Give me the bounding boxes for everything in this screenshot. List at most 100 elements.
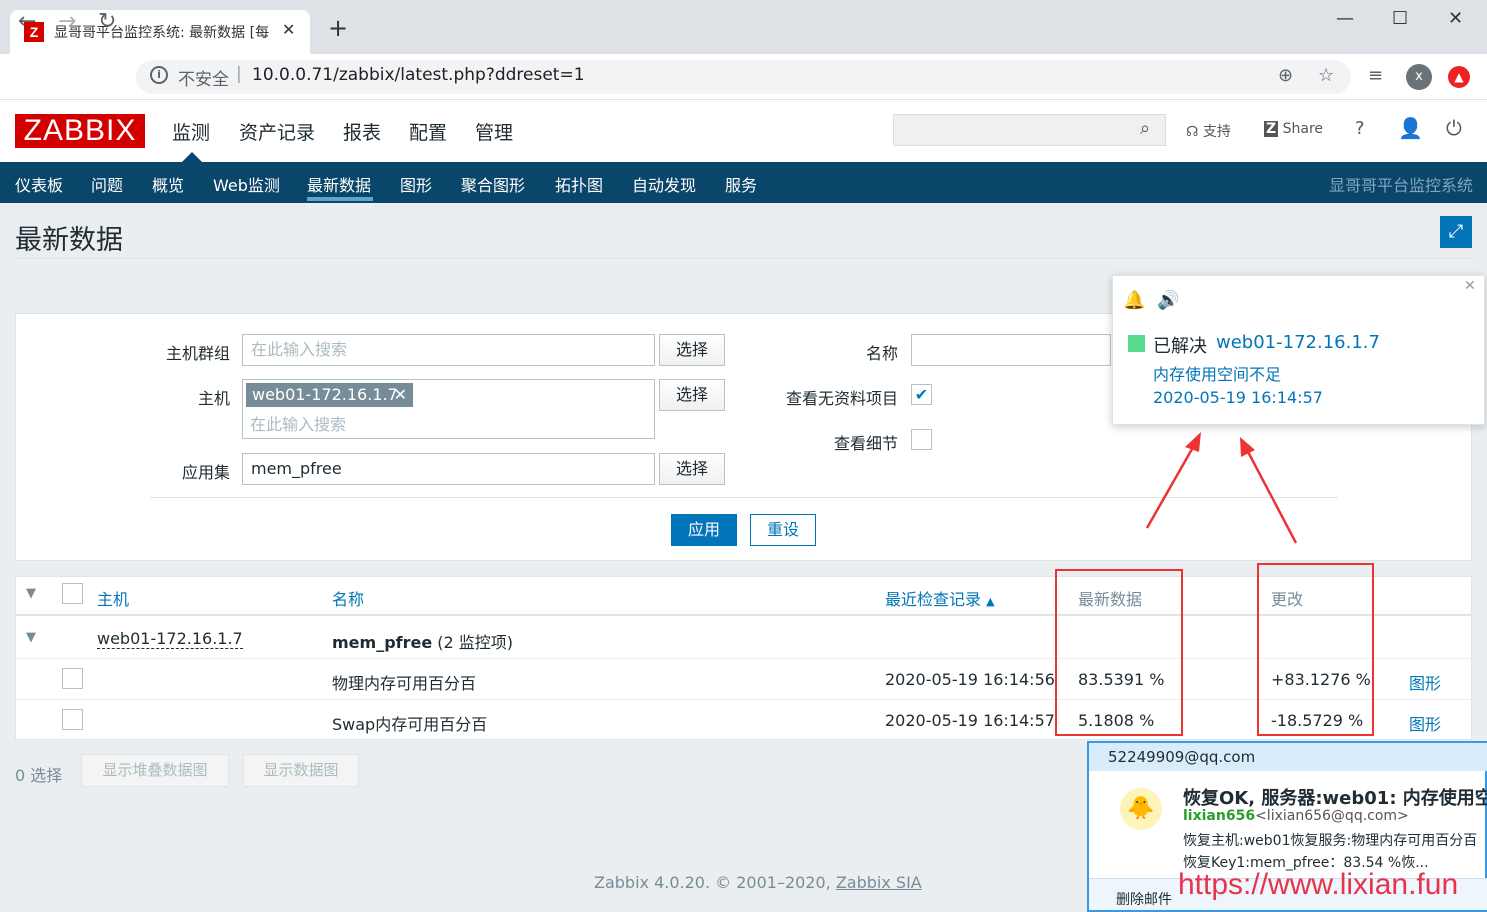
minimize-icon[interactable]: — xyxy=(1336,8,1354,29)
show-details-label: 查看细节 xyxy=(833,434,898,453)
extension-icon[interactable]: ▲ xyxy=(1448,66,1470,88)
row-checkbox[interactable] xyxy=(62,668,83,689)
subnav-active-indicator xyxy=(307,197,373,201)
host-group-select-button[interactable]: 选择 xyxy=(659,334,725,366)
footer-link[interactable]: Zabbix SIA xyxy=(836,873,922,892)
share-label: Share xyxy=(1282,121,1324,137)
collapse-group-icon[interactable]: ▼ xyxy=(26,630,36,645)
menu-configuration[interactable]: 配置 xyxy=(409,118,447,145)
share-link[interactable]: Z Share xyxy=(1264,121,1323,137)
subnav-overview[interactable]: 概览 xyxy=(152,172,184,196)
reload-icon[interactable]: ↻ xyxy=(98,10,116,34)
url-text[interactable]: 10.0.0.71/zabbix/latest.php?ddreset=1 xyxy=(252,65,585,85)
show-no-data-label: 查看无资料项目 xyxy=(785,389,898,408)
watermark: https://www.lixian.fun xyxy=(1178,868,1459,901)
search-icon[interactable]: ⌕ xyxy=(1140,118,1150,139)
header-last-check[interactable]: 最近检查记录 ▲ xyxy=(885,586,995,610)
row-checkbox[interactable] xyxy=(62,709,83,730)
subnav-maps[interactable]: 拓扑图 xyxy=(555,172,603,196)
apply-button[interactable]: 应用 xyxy=(671,514,737,546)
bookmark-star-icon[interactable]: ☆ xyxy=(1318,65,1334,86)
popup-close-icon[interactable]: ✕ xyxy=(1464,278,1476,294)
menu-inventory[interactable]: 资产记录 xyxy=(239,118,315,145)
host-group-label: 主机群组 xyxy=(165,344,230,363)
select-all-checkbox[interactable] xyxy=(62,583,83,604)
collapse-all-icon[interactable]: ▼ xyxy=(26,586,36,601)
menu-reports[interactable]: 报表 xyxy=(343,118,381,145)
mail-sender-address: <lixian656@qq.com> xyxy=(1255,808,1409,824)
zabbix-share-icon: Z xyxy=(1264,121,1279,137)
new-tab-icon[interactable]: + xyxy=(328,16,348,40)
stacked-graph-button[interactable]: 显示堆叠数据图 xyxy=(81,754,229,787)
group-application: mem_pfree (2 监控项) xyxy=(332,629,513,653)
subnav-problems[interactable]: 问题 xyxy=(91,172,123,196)
notification-problem-link[interactable]: 内存使用空间不足 xyxy=(1153,361,1281,385)
application-input[interactable]: mem_pfree xyxy=(242,453,655,485)
notification-status: 已解决 xyxy=(1153,336,1207,357)
host-search-placeholder[interactable]: 在此输入搜索 xyxy=(250,411,346,435)
item-graph-link[interactable]: 图形 xyxy=(1409,670,1441,694)
sort-asc-icon: ▲ xyxy=(986,595,995,608)
header-name[interactable]: 名称 xyxy=(332,586,364,610)
zoom-icon[interactable]: ⊕ xyxy=(1278,65,1293,86)
host-tag-label: web01-172.16.1.7 xyxy=(252,385,398,404)
host-label: 主机 xyxy=(197,389,230,408)
group-host-link[interactable]: web01-172.16.1.7 xyxy=(97,629,243,649)
subnav-latest-data[interactable]: 最新数据 xyxy=(307,172,371,196)
row-divider xyxy=(16,699,1471,700)
info-icon[interactable]: i xyxy=(150,66,168,84)
speaker-icon[interactable]: 🔊 xyxy=(1157,290,1179,311)
row-divider xyxy=(16,658,1471,659)
tab-close-icon[interactable]: ✕ xyxy=(282,20,295,39)
mail-subject[interactable]: 恢复OK, 服务器:web01: 内存使用空... xyxy=(1183,784,1487,810)
item-name: Swap内存可用百分百 xyxy=(332,715,488,734)
browser-tab[interactable]: Z 显哥哥平台监控系统: 最新数据 [每 ✕ xyxy=(10,10,310,54)
back-icon[interactable]: ← xyxy=(18,10,36,34)
host-group-input[interactable]: 在此输入搜索 xyxy=(242,334,655,366)
show-details-checkbox[interactable] xyxy=(911,429,932,450)
subnav-screens[interactable]: 聚合图形 xyxy=(461,172,525,196)
global-search-input[interactable] xyxy=(893,114,1166,146)
maximize-icon[interactable]: ☐ xyxy=(1392,8,1408,29)
subnav-discovery[interactable]: 自动发现 xyxy=(632,172,696,196)
menu-administration[interactable]: 管理 xyxy=(475,118,513,145)
window-close-icon[interactable]: ✕ xyxy=(1448,8,1463,29)
subnav-web[interactable]: Web监测 xyxy=(213,172,280,196)
mail-sender: lixian656<lixian656@qq.com> xyxy=(1183,808,1409,824)
application-label: 应用集 xyxy=(181,463,230,482)
delete-mail-button[interactable]: 删除邮件 xyxy=(1116,889,1172,909)
active-menu-indicator xyxy=(182,152,202,162)
header-host[interactable]: 主机 xyxy=(97,586,129,610)
sign-out-icon[interactable]: ⏻ xyxy=(1446,116,1462,140)
forward-icon[interactable]: → xyxy=(58,10,76,34)
page-title: 最新数据 xyxy=(15,225,123,256)
profile-avatar[interactable]: x xyxy=(1406,64,1432,90)
application-select-button[interactable]: 选择 xyxy=(659,453,725,485)
footer: Zabbix 4.0.20. © 2001–2020, Zabbix SIA xyxy=(594,873,922,892)
media-playlist-icon[interactable]: ≡ xyxy=(1368,65,1383,86)
subnav-graphs[interactable]: 图形 xyxy=(400,172,432,196)
tab-title: 显哥哥平台监控系统: 最新数据 [每 xyxy=(54,25,270,41)
bell-icon[interactable]: 🔔 xyxy=(1123,290,1145,311)
item-graph-link[interactable]: 图形 xyxy=(1409,711,1441,735)
separator: | xyxy=(236,64,242,84)
notification-host-link[interactable]: web01-172.16.1.7 xyxy=(1216,332,1380,353)
mail-avatar-icon: 🐥 xyxy=(1120,788,1162,830)
host-select-button[interactable]: 选择 xyxy=(659,379,725,411)
name-input[interactable] xyxy=(911,334,1111,366)
zabbix-logo[interactable]: ZABBIX xyxy=(15,114,145,148)
subnav-services[interactable]: 服务 xyxy=(725,172,757,196)
subnav-dashboard[interactable]: 仪表板 xyxy=(15,172,63,196)
help-icon[interactable]: ? xyxy=(1355,118,1365,139)
user-profile-icon[interactable]: 👤 xyxy=(1398,116,1423,140)
selected-count: 0 选择 xyxy=(15,766,63,785)
menu-monitoring[interactable]: 监测 xyxy=(172,118,210,145)
support-link[interactable]: ☊ 支持 xyxy=(1186,121,1231,141)
remove-tag-icon[interactable]: ✕ xyxy=(394,383,407,407)
reset-button[interactable]: 重设 xyxy=(750,514,816,546)
notification-time-link[interactable]: 2020-05-19 16:14:57 xyxy=(1153,388,1323,407)
system-name: 显哥哥平台监控系统 xyxy=(1328,176,1473,195)
show-no-data-checkbox[interactable]: ✔ xyxy=(911,384,932,405)
graph-button[interactable]: 显示数据图 xyxy=(243,754,359,787)
fullscreen-icon[interactable]: ⤢ xyxy=(1440,216,1472,248)
